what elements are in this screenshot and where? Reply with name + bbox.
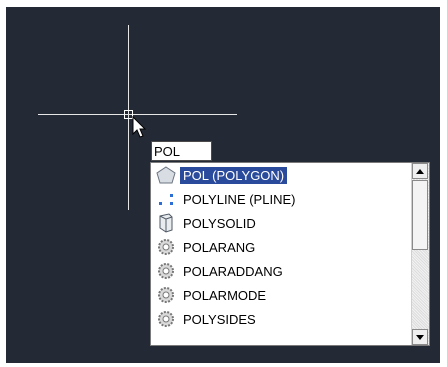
autocomplete-item-polaraddang[interactable]: POLARADDANG: [151, 259, 407, 283]
autocomplete-item-polysolid[interactable]: POLYSOLID: [151, 211, 407, 235]
scrollbar-thumb[interactable]: [412, 180, 428, 250]
autocomplete-item-polygon[interactable]: POL (POLYGON): [151, 163, 407, 187]
autocomplete-item-polyline[interactable]: POLYLINE (PLINE): [151, 187, 407, 211]
arrow-up-icon: [416, 168, 424, 174]
scroll-down-button[interactable]: [412, 329, 428, 345]
scroll-up-button[interactable]: [412, 163, 428, 179]
polygon-icon: [156, 165, 176, 185]
polyline-icon: [156, 189, 176, 209]
autocomplete-item-polarmode[interactable]: POLARMODE: [151, 283, 407, 307]
gear-icon: [156, 261, 176, 281]
gear-icon: [156, 309, 176, 329]
autocomplete-items: POL (POLYGON) POLYLINE (PLINE) POLYSOLID: [151, 163, 407, 331]
polysolid-icon: [156, 213, 176, 233]
autocomplete-item-polarang[interactable]: POLARANG: [151, 235, 407, 259]
crosshair-horizontal: [38, 114, 237, 115]
arrow-down-icon: [416, 334, 424, 340]
gear-icon: [156, 237, 176, 257]
autocomplete-scrollbar[interactable]: [411, 163, 429, 345]
autocomplete-list[interactable]: POL (POLYGON) POLYLINE (PLINE) POLYSOLID: [150, 162, 430, 346]
gear-icon: [156, 285, 176, 305]
drawing-canvas[interactable]: POL POL (POLYGON) POLYLINE (PLINE) POLYS…: [6, 7, 440, 363]
command-input[interactable]: POL: [151, 141, 212, 161]
autocomplete-item-polysides[interactable]: POLYSIDES: [151, 307, 407, 331]
mouse-pointer-icon: [132, 116, 147, 138]
